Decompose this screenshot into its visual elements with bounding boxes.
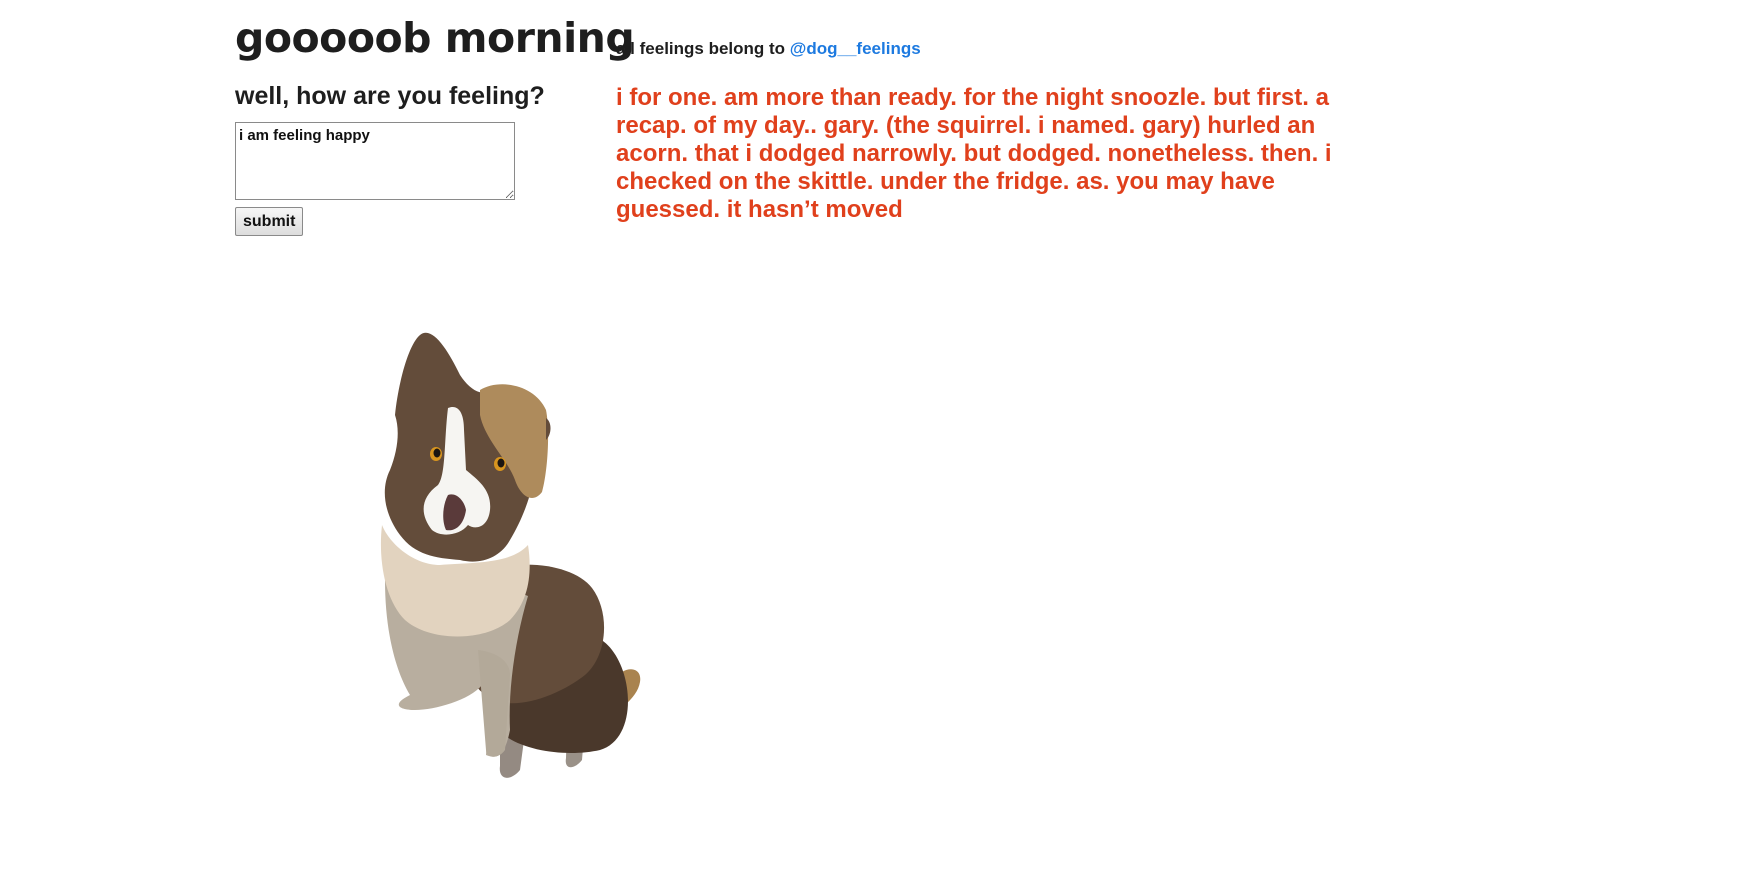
page-title: gooooob morning [235,14,635,62]
feeling-input[interactable]: i am feeling happy [235,122,515,200]
credit-line: all feelings belong to @dog__feelings [616,39,921,59]
dog-feelings-link[interactable]: @dog__feelings [790,39,921,58]
dog-response-text: i for one. am more than ready. for the n… [616,84,1332,223]
dog-front-leg [478,650,510,757]
credit-prefix: all feelings belong to [616,39,790,58]
dog-pupil [497,458,505,468]
dog-pupil [433,448,441,458]
submit-button[interactable]: submit [235,207,304,236]
dog-ear-tip [546,418,551,440]
dog-illustration [380,332,641,778]
feeling-prompt: well, how are you feeling? [235,82,545,110]
